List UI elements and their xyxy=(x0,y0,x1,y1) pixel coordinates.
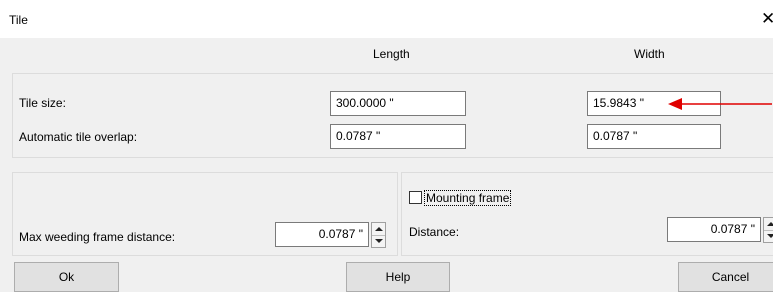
overlap-length-input[interactable]: 0.0787 " xyxy=(330,124,466,149)
spin-down-arrow-icon[interactable] xyxy=(764,230,773,242)
mounting-distance-spinner[interactable] xyxy=(763,217,773,243)
window-title: Tile xyxy=(9,13,28,27)
title-bar: Tile ✕ xyxy=(0,0,773,38)
close-icon[interactable]: ✕ xyxy=(761,8,773,30)
mounting-frame-label[interactable]: Mounting frame xyxy=(424,190,512,206)
overlap-label: Automatic tile overlap: xyxy=(19,130,138,144)
mounting-distance-label: Distance: xyxy=(409,225,460,239)
weeding-distance-spinner[interactable] xyxy=(371,222,386,248)
tile-size-label: Tile size: xyxy=(19,96,66,110)
mounting-frame-group xyxy=(401,172,773,256)
cancel-button[interactable]: Cancel xyxy=(678,262,773,292)
mounting-frame-checkbox[interactable] xyxy=(409,191,422,204)
annotation-arrow-icon xyxy=(668,98,772,110)
overlap-width-input[interactable]: 0.0787 " xyxy=(587,124,721,149)
tile-length-input[interactable]: 300.0000 " xyxy=(330,91,466,116)
column-header-width: Width xyxy=(634,47,665,61)
ok-button[interactable]: Ok xyxy=(14,262,119,292)
spin-down-arrow-icon[interactable] xyxy=(372,235,385,247)
weeding-distance-label: Max weeding frame distance: xyxy=(19,230,176,244)
help-button[interactable]: Help xyxy=(346,262,450,292)
mounting-distance-input[interactable]: 0.0787 " xyxy=(667,217,761,242)
column-header-length: Length xyxy=(373,47,410,61)
weeding-distance-input[interactable]: 0.0787 " xyxy=(275,222,369,247)
